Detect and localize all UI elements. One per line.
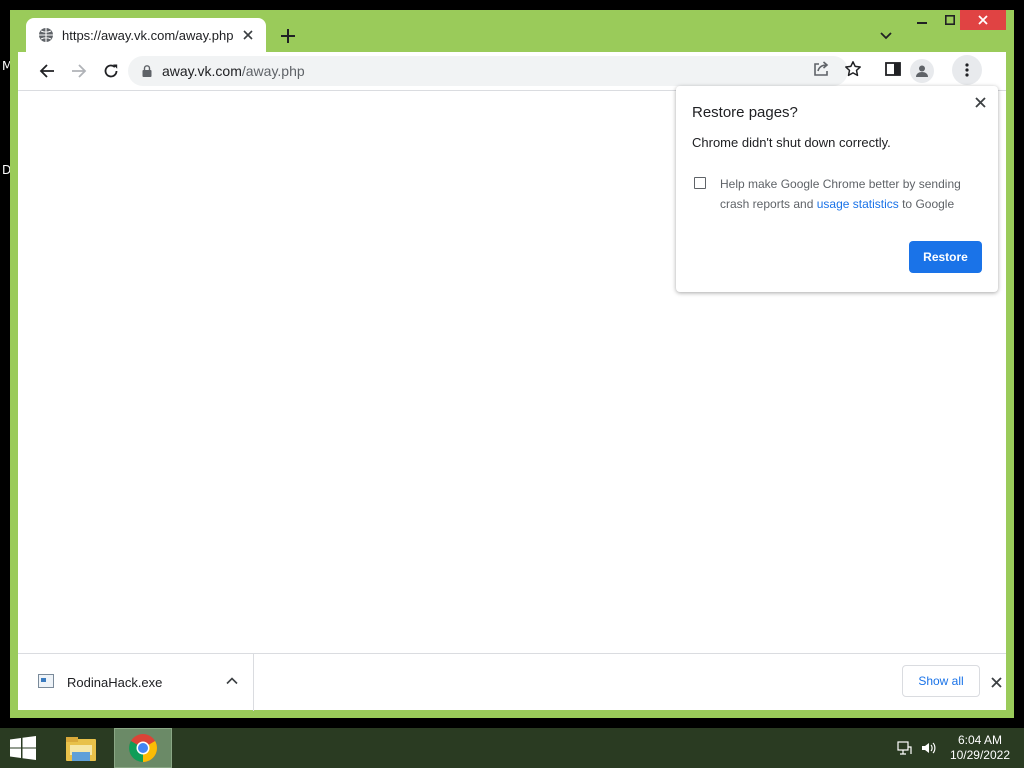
system-tray — [896, 740, 936, 761]
chrome-window: https://away.vk.com/away.php away.vk.com… — [10, 10, 1014, 718]
help-text: Help make Google Chrome better by sendin… — [720, 174, 980, 214]
minimize-button[interactable] — [910, 10, 934, 30]
download-item[interactable]: RodinaHack.exe — [18, 654, 254, 711]
executable-file-icon — [38, 674, 54, 688]
system-clock[interactable]: 6:04 AM 10/29/2022 — [950, 733, 1010, 763]
forward-button[interactable] — [64, 56, 94, 86]
close-icon[interactable] — [986, 672, 1006, 692]
taskbar: 6:04 AM 10/29/2022 — [0, 728, 1024, 768]
window-close-button[interactable] — [960, 10, 1006, 30]
reload-button[interactable] — [96, 56, 126, 86]
tab-search-chevron-icon[interactable] — [876, 26, 896, 46]
usage-stats-checkbox[interactable] — [694, 177, 706, 189]
chevron-up-icon[interactable] — [224, 673, 240, 689]
browser-tab[interactable]: https://away.vk.com/away.php — [26, 18, 266, 52]
globe-icon — [38, 27, 54, 43]
url-host: away.vk.com — [162, 63, 242, 79]
show-all-button[interactable]: Show all — [902, 665, 980, 697]
dialog-title: Restore pages? — [692, 104, 798, 121]
lock-icon[interactable] — [140, 64, 154, 78]
share-icon[interactable] — [812, 60, 830, 83]
profile-avatar-icon[interactable] — [910, 59, 934, 83]
chrome-taskbar-icon[interactable] — [114, 728, 172, 768]
restore-button[interactable]: Restore — [909, 241, 982, 273]
more-menu-icon[interactable] — [952, 55, 982, 85]
download-shelf: RodinaHack.exe Show all — [18, 653, 1006, 711]
windows-start-icon[interactable] — [8, 736, 38, 760]
address-bar[interactable]: away.vk.com/away.php — [128, 56, 848, 86]
restore-pages-dialog: Restore pages? Chrome didn't shut down c… — [676, 86, 998, 292]
dialog-message: Chrome didn't shut down correctly. — [692, 135, 891, 150]
volume-icon[interactable] — [920, 740, 936, 761]
browser-toolbar: away.vk.com/away.php — [18, 52, 1006, 90]
url-path: /away.php — [241, 63, 305, 79]
tab-title: https://away.vk.com/away.php — [62, 27, 234, 43]
file-explorer-icon[interactable] — [58, 728, 104, 768]
new-tab-button[interactable] — [276, 24, 300, 48]
side-panel-icon[interactable] — [884, 60, 902, 83]
close-icon[interactable] — [970, 92, 990, 112]
usage-statistics-link[interactable]: usage statistics — [817, 197, 899, 211]
clock-time: 6:04 AM — [957, 733, 1002, 747]
download-filename: RodinaHack.exe — [67, 675, 163, 690]
help-text-suffix: to Google — [898, 197, 955, 211]
bookmark-star-icon[interactable] — [844, 60, 862, 83]
maximize-button[interactable] — [938, 10, 962, 30]
network-icon[interactable] — [896, 740, 912, 761]
title-bar: https://away.vk.com/away.php — [10, 10, 1014, 52]
clock-date: 10/29/2022 — [949, 748, 1010, 762]
back-button[interactable] — [32, 56, 62, 86]
close-tab-icon[interactable] — [238, 25, 258, 45]
